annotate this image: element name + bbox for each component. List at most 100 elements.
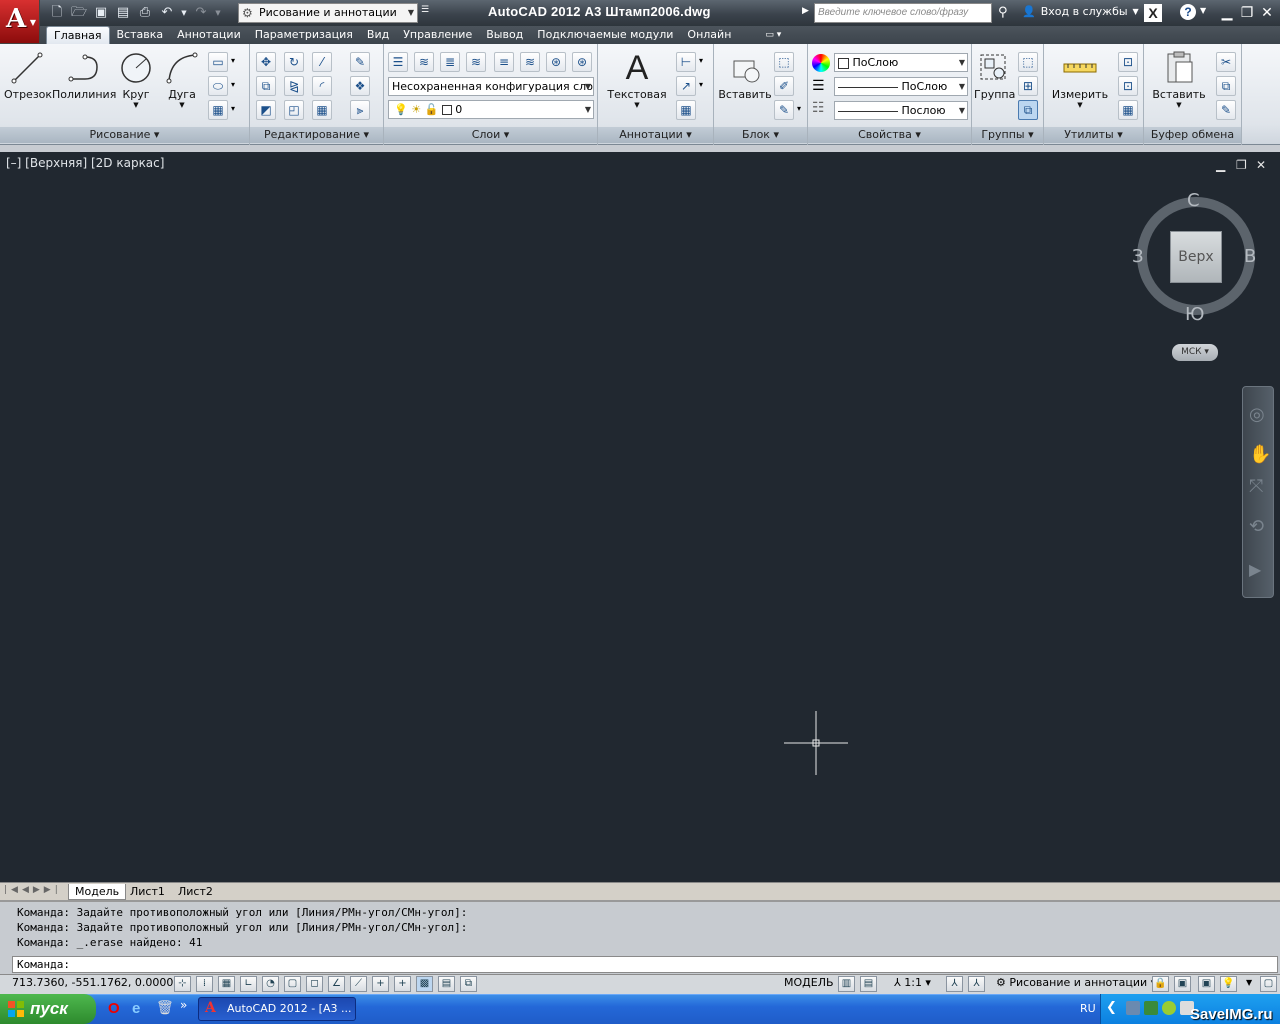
object-snap-icon[interactable]: ▢	[284, 976, 301, 992]
viewport-minimize-icon[interactable]: ▁	[1216, 158, 1225, 172]
quick-view-drawings-icon[interactable]: ▤	[860, 976, 877, 992]
save-as-icon[interactable]: ▤	[114, 4, 132, 22]
help-icon[interactable]: ?	[1180, 4, 1196, 20]
ucs-menu-button[interactable]: МСК ▾	[1172, 344, 1218, 361]
cut-icon[interactable]: ✂	[1216, 52, 1236, 72]
multiline-text-button[interactable]: A Текстовая ▼	[604, 48, 670, 110]
hatch-dropdown-icon[interactable]: ▾	[231, 104, 235, 113]
arc-button[interactable]: Дуга ▼	[162, 48, 202, 109]
line-button[interactable]: Отрезок	[4, 48, 52, 101]
save-icon[interactable]: ▣	[92, 4, 110, 22]
quick-view-layouts-icon[interactable]: ▥	[838, 976, 855, 992]
auto-scale-icon[interactable]: ⅄	[968, 976, 985, 992]
group-button[interactable]: Группа	[974, 48, 1015, 101]
close-window-icon[interactable]: ✕	[1258, 4, 1276, 22]
orbit-icon[interactable]: ⟲	[1249, 516, 1264, 537]
attributes-dropdown-icon[interactable]: ▾	[797, 104, 801, 113]
taskbar-autocad-button[interactable]: A AutoCAD 2012 - [А3 ...	[198, 997, 356, 1021]
annotation-scale[interactable]: ⅄ 1:1 ▾	[894, 976, 931, 989]
tab-plugins[interactable]: Подключаемые модули	[530, 26, 680, 44]
lightbulb-status-icon[interactable]: 💡	[1220, 976, 1237, 992]
tab-sheet1[interactable]: Лист1	[124, 884, 171, 900]
workspace-selector[interactable]: ⚙ Рисование и аннотации ▼	[238, 3, 418, 23]
snap-mode-icon[interactable]: ⁞	[196, 976, 213, 992]
sign-in-button[interactable]: 👤 Вход в службы ▼	[1022, 5, 1139, 18]
tray-app-icon[interactable]	[1144, 1001, 1158, 1015]
infer-constraints-icon[interactable]: ⊹	[174, 976, 191, 992]
qat-customize-icon[interactable]: ☰	[421, 5, 429, 15]
lineweight-icon[interactable]: ☰	[812, 79, 825, 93]
selection-cycling-icon[interactable]: ⧉	[460, 976, 477, 992]
tab-online[interactable]: Онлайн	[680, 26, 738, 44]
quick-properties-icon[interactable]: ▤	[438, 976, 455, 992]
restore-window-icon[interactable]: ❐	[1238, 4, 1256, 22]
layer-previous-icon[interactable]: ≋	[520, 52, 540, 72]
utilities-panel-title[interactable]: Утилиты ▾	[1044, 127, 1143, 143]
edit-attributes-icon[interactable]: ✎	[774, 100, 794, 120]
linetype-combo[interactable]: Послою ▼	[834, 101, 968, 120]
tab-model[interactable]: Модель	[68, 884, 127, 900]
status-menu-icon[interactable]: ▼	[1246, 978, 1252, 987]
block-panel-title[interactable]: Блок ▾	[714, 127, 807, 143]
minimize-window-icon[interactable]: ▁	[1218, 4, 1236, 22]
array-icon[interactable]: ▦	[312, 100, 332, 120]
layer-walk-icon[interactable]: ⊛	[546, 52, 566, 72]
erase-icon[interactable]: ✎	[350, 52, 370, 72]
ungroup-icon[interactable]: ⬚	[1018, 52, 1038, 72]
viewport-close-icon[interactable]: ✕	[1256, 158, 1266, 172]
3d-osnap-icon[interactable]: ◻	[306, 976, 323, 992]
lineweight-display-icon[interactable]: +	[394, 976, 411, 992]
search-input[interactable]: Введите ключевое слово/фразу	[814, 3, 992, 23]
otrack-icon[interactable]: ∠	[328, 976, 345, 992]
open-file-icon[interactable]: 🗁	[70, 4, 88, 22]
insert-block-button[interactable]: Вставить	[718, 48, 772, 101]
layers-panel-title[interactable]: Слои ▾	[384, 127, 597, 143]
polyline-button[interactable]: Полилиния	[52, 48, 116, 101]
application-menu-button[interactable]: A ▼	[0, 0, 40, 44]
copy-icon[interactable]: ⧉	[256, 76, 276, 96]
tab-output[interactable]: Вывод	[479, 26, 530, 44]
ortho-mode-icon[interactable]: ∟	[240, 976, 257, 992]
zoom-extents-icon[interactable]: ⤧	[1249, 476, 1263, 497]
circle-button[interactable]: Круг ▼	[116, 48, 156, 109]
viewport-controls-label[interactable]: [–] [Верхняя] [2D каркас]	[6, 156, 164, 170]
create-block-icon[interactable]: ⬚	[774, 52, 794, 72]
leader-dropdown-icon[interactable]: ▾	[699, 80, 703, 89]
dimension-dropdown-icon[interactable]: ▾	[699, 56, 703, 65]
coordinates-display[interactable]: 713.7360, -551.1762, 0.0000	[12, 976, 173, 989]
redo-dropdown-icon[interactable]: ▼	[214, 4, 222, 22]
calculator-icon[interactable]: ▦	[1118, 100, 1138, 120]
compass-north-label[interactable]: С	[1187, 190, 1200, 211]
properties-panel-title[interactable]: Свойства ▾	[808, 127, 971, 143]
grid-display-icon[interactable]: ▦	[218, 976, 235, 992]
undo-icon[interactable]: ↶	[158, 4, 176, 22]
annotation-visibility-icon[interactable]: ⅄	[946, 976, 963, 992]
tray-expand-icon[interactable]: ❮	[1106, 1000, 1117, 1015]
tab-annotate[interactable]: Аннотации	[170, 26, 248, 44]
edit-block-icon[interactable]: ✐	[774, 76, 794, 96]
command-input[interactable]: Команда:	[12, 956, 1278, 973]
dynamic-input-icon[interactable]: +	[372, 976, 389, 992]
explode-icon[interactable]: ❖	[350, 76, 370, 96]
tab-parametric[interactable]: Параметризация	[248, 26, 360, 44]
tab-scroll-arrows-icon[interactable]: |◀◀▶▶|	[4, 885, 62, 895]
new-file-icon[interactable]: 🗋	[48, 4, 66, 22]
trim-icon[interactable]: ⁄	[312, 52, 332, 72]
transparency-icon[interactable]: ▩	[416, 976, 433, 992]
match-properties-icon[interactable]: ✎	[1216, 100, 1236, 120]
clean-screen-icon[interactable]: ▢	[1260, 976, 1277, 992]
copy-clip-icon[interactable]: ⧉	[1216, 76, 1236, 96]
fillet-icon[interactable]: ◜	[312, 76, 332, 96]
layer-off-icon[interactable]: ≣	[440, 52, 460, 72]
isolate-objects-icon[interactable]: ▣	[1198, 976, 1215, 992]
polar-tracking-icon[interactable]: ◔	[262, 976, 279, 992]
linetype-icon[interactable]: ☷	[812, 101, 825, 115]
steering-wheel-icon[interactable]: ◎	[1249, 404, 1265, 425]
stretch-icon[interactable]: ◩	[256, 100, 276, 120]
recycle-bin-icon[interactable]: 🗑	[156, 1000, 174, 1016]
group-edit-icon[interactable]: ⊞	[1018, 76, 1038, 96]
undo-dropdown-icon[interactable]: ▼	[180, 4, 188, 22]
scale-icon[interactable]: ◰	[284, 100, 304, 120]
compass-west-label[interactable]: З	[1132, 246, 1144, 267]
layer-properties-icon[interactable]: ☰	[388, 52, 408, 72]
